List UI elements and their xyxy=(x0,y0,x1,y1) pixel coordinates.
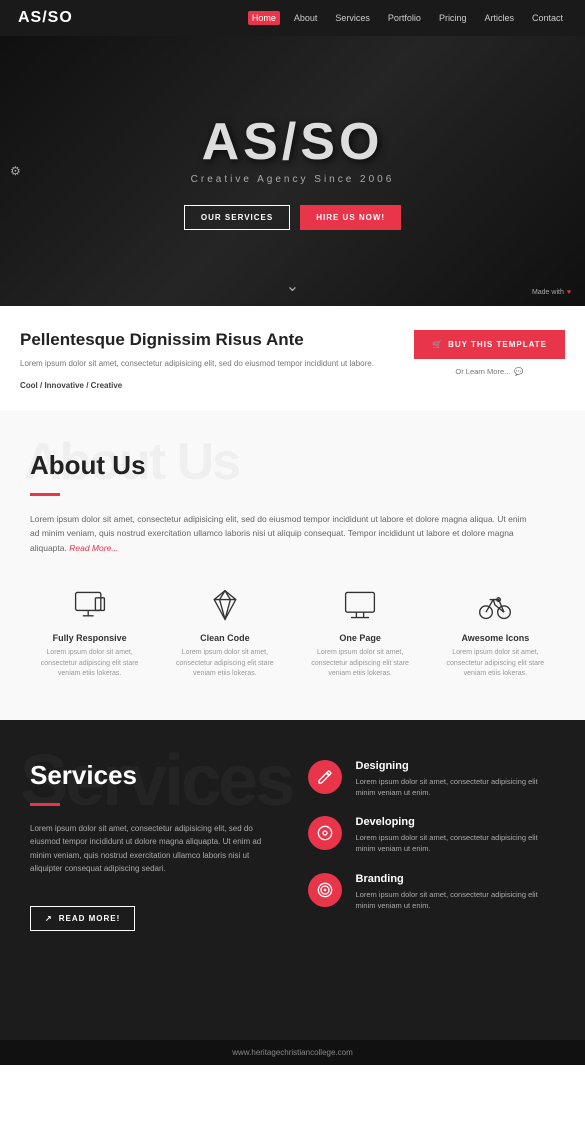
monitor-icon xyxy=(340,585,380,625)
service-developing: Developing Lorem ipsum dolor sit amet, c… xyxy=(308,816,556,855)
services-section: Services Services Lorem ipsum dolor sit … xyxy=(0,720,585,1040)
service-branding: Branding Lorem ipsum dolor sit amet, con… xyxy=(308,873,556,912)
hero-content: AS/SO Creative Agency Since 2006 OUR SER… xyxy=(184,112,401,230)
section-underline xyxy=(30,493,60,496)
comment-icon: 💬 xyxy=(514,367,523,376)
cart-icon: 🛒 xyxy=(432,340,443,349)
branding-icon-circle xyxy=(308,873,342,907)
heart-icon: ♥ xyxy=(567,289,571,296)
or-learn-more: Or Learn More... 💬 xyxy=(455,367,523,376)
feature-onepage: One Page Lorem ipsum dolor sit amet, con… xyxy=(301,585,420,680)
promo-section: Pellentesque Dignissim Risus Ante Lorem … xyxy=(0,306,585,410)
nav-item-home[interactable]: Home xyxy=(248,11,280,25)
services-header: Services xyxy=(30,760,137,791)
designing-icon-circle xyxy=(308,760,342,794)
promo-right: 🛒 BUY THIS TEMPLATE Or Learn More... 💬 xyxy=(414,330,565,376)
our-services-button[interactable]: OUR SERVICES xyxy=(184,205,290,230)
nav-item-about[interactable]: About xyxy=(290,11,322,25)
navbar-logo: AS/SO xyxy=(18,9,73,27)
nav-item-pricing[interactable]: Pricing xyxy=(435,11,471,25)
services-right: Designing Lorem ipsum dolor sit amet, co… xyxy=(308,760,556,980)
feature-title-icons: Awesome Icons xyxy=(461,633,529,643)
promo-title: Pellentesque Dignissim Risus Ante xyxy=(20,330,394,350)
arrow-icon: ↗ xyxy=(45,914,53,923)
feature-desc-responsive: Lorem ipsum dolor sit amet, consectetur … xyxy=(30,648,149,680)
developing-icon-circle xyxy=(308,816,342,850)
hire-us-button[interactable]: HIRE US NOW! xyxy=(300,205,401,230)
nav-item-services[interactable]: Services xyxy=(331,11,374,25)
diamond-icon xyxy=(205,585,245,625)
footer-bar: www.heritagechristiancollege.com xyxy=(0,1040,585,1065)
navbar: AS/SO Home About Services Portfolio Pric… xyxy=(0,0,585,36)
feature-desc-onepage: Lorem ipsum dolor sit amet, consectetur … xyxy=(301,648,420,680)
hero-subtitle: Creative Agency Since 2006 xyxy=(191,174,395,185)
feature-responsive: Fully Responsive Lorem ipsum dolor sit a… xyxy=(30,585,149,680)
services-desc: Lorem ipsum dolor sit amet, consectetur … xyxy=(30,822,270,876)
branding-text: Branding Lorem ipsum dolor sit amet, con… xyxy=(356,873,556,912)
feature-title-onepage: One Page xyxy=(339,633,381,643)
designing-title: Designing xyxy=(356,760,556,772)
feature-title-cleancode: Clean Code xyxy=(200,633,250,643)
services-underline xyxy=(30,803,60,806)
developing-text: Developing Lorem ipsum dolor sit amet, c… xyxy=(356,816,556,855)
settings-icon[interactable]: ⚙ xyxy=(10,164,21,178)
about-text: Lorem ipsum dolor sit amet, consectetur … xyxy=(30,512,530,555)
made-with-label: Made with ♥ xyxy=(532,289,571,296)
feature-title-responsive: Fully Responsive xyxy=(53,633,127,643)
hero-title: AS/SO xyxy=(202,112,384,172)
designing-text: Designing Lorem ipsum dolor sit amet, co… xyxy=(356,760,556,799)
about-title: About Us xyxy=(30,450,146,481)
responsive-icon xyxy=(70,585,110,625)
promo-left: Pellentesque Dignissim Risus Ante Lorem … xyxy=(20,330,414,390)
nav-item-contact[interactable]: Contact xyxy=(528,11,567,25)
hero-buttons: OUR SERVICES HIRE US NOW! xyxy=(184,205,401,230)
feature-desc-icons: Lorem ipsum dolor sit amet, consectetur … xyxy=(436,648,555,680)
hero-section: ⚙ AS/SO Creative Agency Since 2006 OUR S… xyxy=(0,36,585,306)
branding-desc: Lorem ipsum dolor sit amet, consectetur … xyxy=(356,889,556,912)
read-more-button[interactable]: ↗ READ MORE! xyxy=(30,906,135,931)
nav-item-portfolio[interactable]: Portfolio xyxy=(384,11,425,25)
promo-tags: Cool / Innovative / Creative xyxy=(20,381,394,390)
read-more-link[interactable]: Read More... xyxy=(69,543,118,553)
buy-template-button[interactable]: 🛒 BUY THIS TEMPLATE xyxy=(414,330,565,359)
nav-item-articles[interactable]: Articles xyxy=(480,11,518,25)
feature-cleancode: Clean Code Lorem ipsum dolor sit amet, c… xyxy=(165,585,284,680)
navbar-menu: Home About Services Portfolio Pricing Ar… xyxy=(248,11,567,25)
services-left: Services Lorem ipsum dolor sit amet, con… xyxy=(30,760,278,980)
footer-url: www.heritagechristiancollege.com xyxy=(232,1048,353,1057)
feature-desc-cleancode: Lorem ipsum dolor sit amet, consectetur … xyxy=(165,648,284,680)
promo-text: Lorem ipsum dolor sit amet, consectetur … xyxy=(20,358,394,371)
features-grid: Fully Responsive Lorem ipsum dolor sit a… xyxy=(30,585,555,680)
scroll-down-icon[interactable]: ⌄ xyxy=(286,276,299,296)
section-header: About Us About Us xyxy=(30,450,146,481)
bicycle-icon xyxy=(475,585,515,625)
designing-desc: Lorem ipsum dolor sit amet, consectetur … xyxy=(356,776,556,799)
developing-desc: Lorem ipsum dolor sit amet, consectetur … xyxy=(356,832,556,855)
developing-title: Developing xyxy=(356,816,556,828)
services-title: Services xyxy=(30,760,137,791)
about-section: About Us About Us Lorem ipsum dolor sit … xyxy=(0,410,585,720)
feature-icons: Awesome Icons Lorem ipsum dolor sit amet… xyxy=(436,585,555,680)
service-designing: Designing Lorem ipsum dolor sit amet, co… xyxy=(308,760,556,799)
branding-title: Branding xyxy=(356,873,556,885)
